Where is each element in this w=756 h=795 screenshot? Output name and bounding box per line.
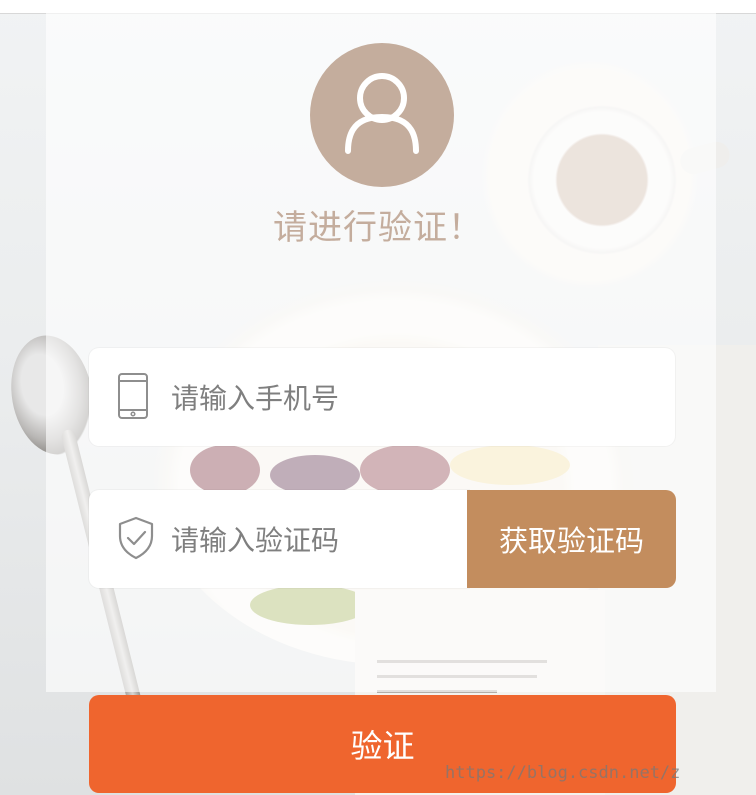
phone-input[interactable] <box>169 370 653 426</box>
phone-icon <box>118 373 148 419</box>
shield-check-icon <box>118 516 154 560</box>
browser-top-strip <box>0 0 756 14</box>
page-title: 请进行验证！ <box>273 208 483 248</box>
avatar <box>310 43 454 187</box>
watermark: https://blog.csdn.net/z <box>445 763 681 783</box>
phone-field <box>89 348 675 446</box>
user-icon <box>345 73 419 154</box>
get-code-button[interactable]: 获取验证码 <box>467 490 676 588</box>
code-field <box>89 490 469 588</box>
code-input[interactable] <box>169 512 463 568</box>
